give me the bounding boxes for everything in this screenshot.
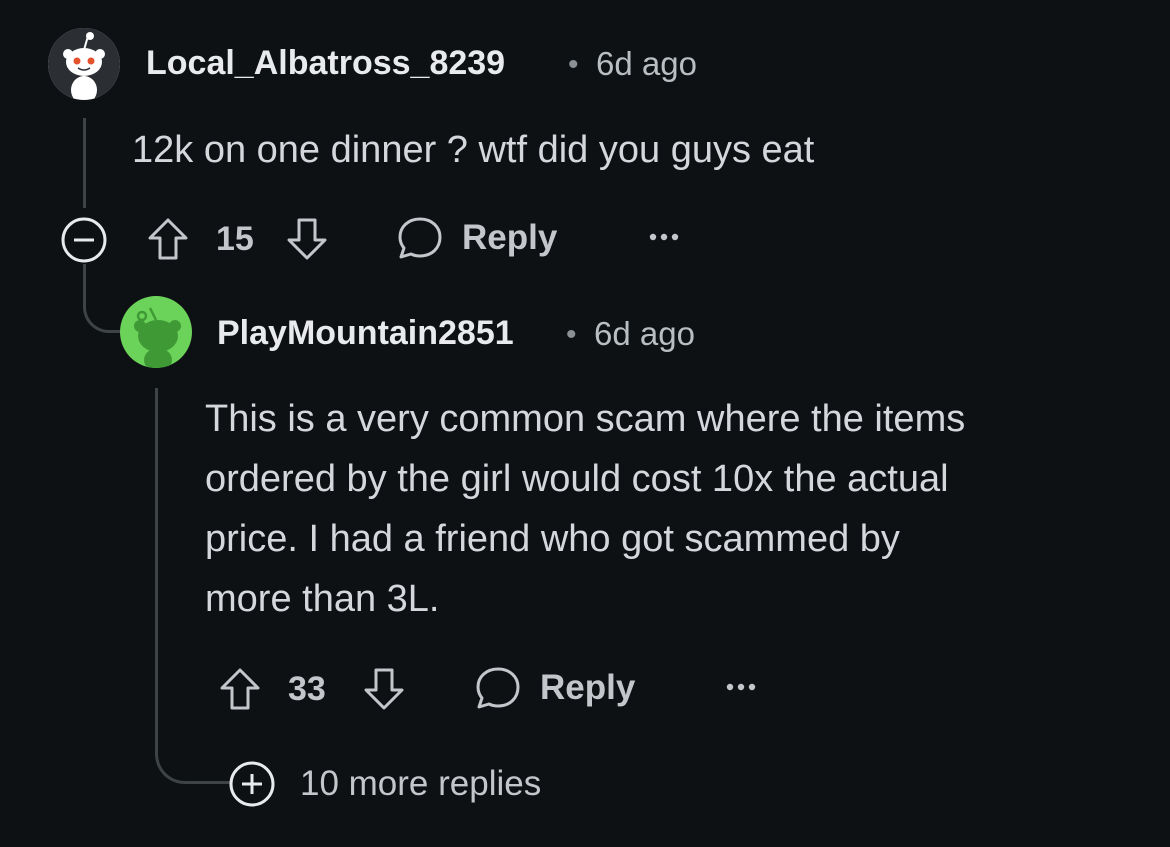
snoo-avatar-icon	[120, 296, 192, 368]
upvote-arrow-icon	[220, 668, 260, 710]
ellipsis-icon	[726, 683, 756, 691]
downvote-arrow-icon	[364, 668, 404, 710]
reply-button[interactable]: Reply	[474, 664, 635, 712]
meta-separator: •	[568, 48, 579, 81]
more-options-button[interactable]	[648, 232, 680, 242]
upvote-button[interactable]	[218, 666, 262, 712]
upvote-button[interactable]	[146, 216, 190, 262]
thread-line-2	[155, 388, 158, 728]
vote-count: 33	[288, 670, 326, 708]
snoo-avatar-icon	[48, 28, 120, 100]
more-replies-button[interactable]: 10 more replies	[228, 760, 541, 808]
minus-circle-icon	[61, 217, 107, 263]
downvote-button[interactable]	[285, 216, 329, 262]
collapse-button[interactable]	[60, 216, 108, 264]
speech-bubble-icon	[476, 667, 520, 709]
thread-line-1	[83, 118, 86, 208]
avatar-local-albatross[interactable]	[48, 28, 120, 100]
comment-body-line: ordered by the girl would cost 10x the a…	[205, 458, 949, 500]
plus-circle-icon	[229, 761, 275, 807]
reply-label: Reply	[540, 668, 636, 707]
downvote-arrow-icon	[287, 218, 327, 260]
comment-body: 12k on one dinner ? wtf did you guys eat	[132, 129, 815, 171]
downvote-button[interactable]	[362, 666, 406, 712]
comment-username[interactable]: Local_Albatross_8239	[146, 44, 505, 83]
thread-connector-2	[155, 725, 230, 784]
comment-body: This is a very common scam where the ite…	[205, 389, 965, 629]
speech-bubble-icon	[398, 217, 442, 259]
more-options-button[interactable]	[725, 682, 757, 692]
more-replies-label: 10 more replies	[300, 764, 542, 803]
ellipsis-icon	[649, 233, 679, 241]
reply-label: Reply	[462, 218, 558, 257]
comment-body-line: This is a very common scam where the ite…	[205, 398, 966, 440]
comment-timestamp: 6d ago	[596, 45, 697, 82]
avatar-play-mountain[interactable]	[120, 296, 192, 368]
meta-separator: •	[566, 318, 577, 351]
thread-connector-1	[83, 264, 126, 333]
comment-body-line: more than 3L.	[205, 578, 440, 620]
comment-timestamp: 6d ago	[594, 315, 695, 352]
comment-body-line: price. I had a friend who got scammed by	[205, 518, 900, 560]
upvote-arrow-icon	[148, 218, 188, 260]
vote-count: 15	[216, 220, 254, 258]
reply-button[interactable]: Reply	[396, 214, 557, 262]
comment-username[interactable]: PlayMountain2851	[217, 314, 514, 353]
